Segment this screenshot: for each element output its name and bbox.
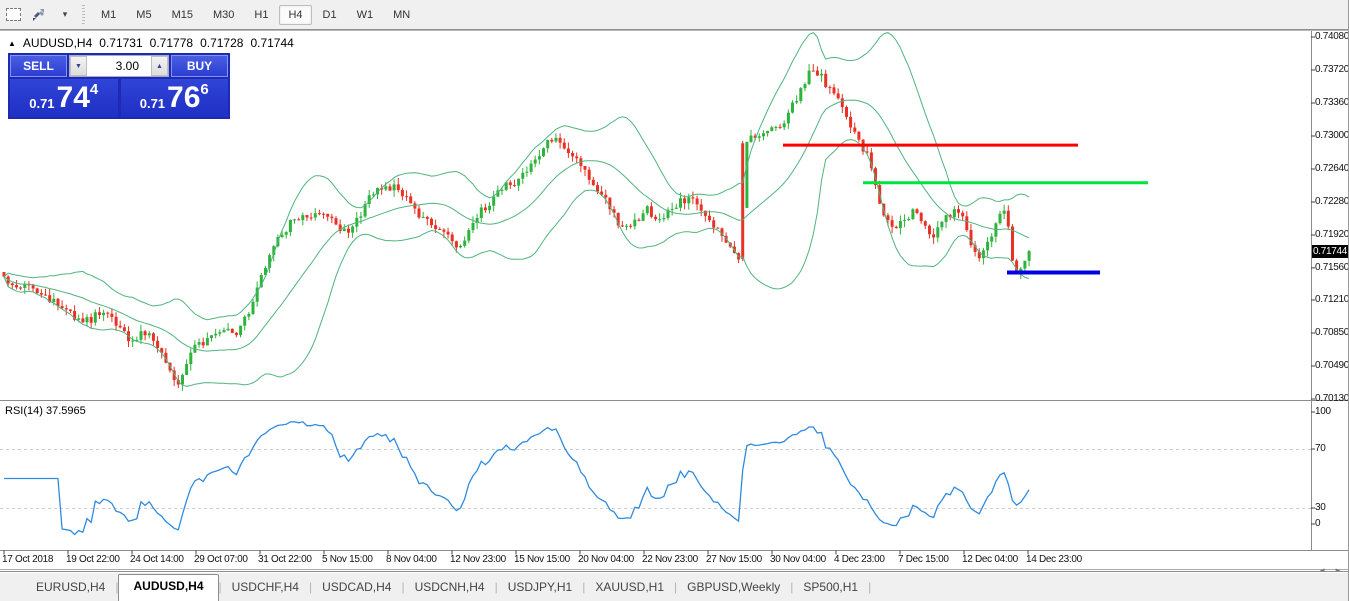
timeframe-button-d1[interactable]: D1 <box>314 5 346 25</box>
tab-audusd-h4[interactable]: AUDUSD,H4 <box>118 574 218 601</box>
price-axis-label: 0.70850 <box>1315 327 1349 338</box>
caret-glyph: ▾ <box>63 9 68 20</box>
sell-price-pip: 4 <box>90 81 98 98</box>
time-axis-label: 29 Oct 07:00 <box>194 554 248 565</box>
ohlc-high: 0.71778 <box>150 36 193 50</box>
timeframe-button-m30[interactable]: M30 <box>204 5 243 25</box>
ohlc-open: 0.71731 <box>99 36 142 50</box>
tab-eurusd-h4[interactable]: EURUSD,H4 <box>26 576 115 601</box>
timeframe-toolbar: ▾ M1M5M15M30H1H4D1W1MN <box>0 0 1349 30</box>
tab-usdjpy-h1[interactable]: USDJPY,H1 <box>498 576 582 601</box>
chart-title: ▲ AUDUSD,H4 0.71731 0.71778 0.71728 0.71… <box>8 36 294 50</box>
time-axis-label: 20 Nov 04:00 <box>578 554 634 565</box>
time-axis-label: 5 Nov 15:00 <box>322 554 373 565</box>
chart-symbol-label: AUDUSD,H4 <box>23 36 92 50</box>
rsi-axis-label: 0 <box>1315 518 1320 529</box>
price-axis-label: 0.71920 <box>1315 229 1349 240</box>
toolbar-grip[interactable] <box>82 5 85 25</box>
time-axis-label: 24 Oct 14:00 <box>130 554 184 565</box>
buy-price-prefix: 0.71 <box>140 96 165 111</box>
chart-tab-bar: EURUSD,H4|AUDUSD,H4|USDCHF,H4|USDCAD,H4|… <box>0 571 1349 601</box>
collapse-triangle-icon[interactable]: ▲ <box>8 39 16 48</box>
volume-decrease-button[interactable]: ▼ <box>70 56 87 76</box>
time-axis-label: 8 Nov 04:00 <box>386 554 437 565</box>
sell-price-main: 74 <box>57 83 90 113</box>
timeframe-button-h4[interactable]: H4 <box>279 5 311 25</box>
price-axis-label: 0.73360 <box>1315 97 1349 108</box>
chart-marquee-icon[interactable] <box>1 3 25 27</box>
time-axis-label: 30 Nov 04:00 <box>770 554 826 565</box>
timeframe-button-h1[interactable]: H1 <box>245 5 277 25</box>
volume-control: ▼ 3.00 ▲ <box>69 55 169 77</box>
time-axis-label: 7 Dec 15:00 <box>898 554 949 565</box>
time-axis-label: 17 Oct 2018 <box>2 554 53 565</box>
time-axis-label: 12 Nov 23:00 <box>450 554 506 565</box>
current-price-badge: 0.71744 <box>1312 245 1349 258</box>
rsi-indicator-label: RSI(14) 37.5965 <box>5 405 86 417</box>
buy-button[interactable]: BUY <box>171 55 228 77</box>
rsi-line-layer <box>4 422 1029 535</box>
timeframe-buttons: M1M5M15M30H1H4D1W1MN <box>91 5 420 25</box>
timeframe-button-m15[interactable]: M15 <box>163 5 202 25</box>
tab-usdcnh-h4[interactable]: USDCNH,H4 <box>405 576 495 601</box>
timeframe-button-m1[interactable]: M1 <box>92 5 125 25</box>
timeframe-button-mn[interactable]: MN <box>384 5 419 25</box>
one-click-trading-panel: SELL ▼ 3.00 ▲ BUY 0.71 74 4 0.71 76 6 <box>8 53 230 119</box>
tab-gbpusd-weekly[interactable]: GBPUSD,Weekly <box>677 576 790 601</box>
price-axis-label: 0.70490 <box>1315 360 1349 371</box>
price-axis-label: 0.70130 <box>1315 393 1349 404</box>
timeframe-button-w1[interactable]: W1 <box>348 5 383 25</box>
price-axis-label: 0.73000 <box>1315 130 1349 141</box>
time-axis-label: 12 Dec 04:00 <box>962 554 1018 565</box>
time-axis-label: 27 Nov 15:00 <box>706 554 762 565</box>
tab-sp500-h1[interactable]: SP500,H1 <box>793 576 868 601</box>
time-axis-label: 22 Nov 23:00 <box>642 554 698 565</box>
sell-price-prefix: 0.71 <box>29 96 54 111</box>
volume-input[interactable]: 3.00 <box>87 56 151 76</box>
rsi-axis-label: 30 <box>1315 502 1326 513</box>
time-axis-label: 19 Oct 22:00 <box>66 554 120 565</box>
time-axis-label: 14 Dec 23:00 <box>1026 554 1082 565</box>
buy-price-display[interactable]: 0.71 76 6 <box>121 79 229 117</box>
price-axis-label: 0.74080 <box>1315 31 1349 42</box>
mt4-terminal-window: ▾ M1M5M15M30H1H4D1W1MN ▲ AUDUSD,H4 0.717… <box>0 0 1349 601</box>
dropdown-caret-icon[interactable]: ▾ <box>53 3 77 27</box>
timeframe-button-m5[interactable]: M5 <box>127 5 160 25</box>
price-axis-label: 0.73720 <box>1315 64 1349 75</box>
price-axis-label: 0.71210 <box>1315 294 1349 305</box>
buy-price-main: 76 <box>167 83 200 113</box>
sell-price-display[interactable]: 0.71 74 4 <box>10 79 118 117</box>
tab-separator: | <box>868 580 871 601</box>
tab-xauusd-h1[interactable]: XAUUSD,H1 <box>585 576 674 601</box>
buy-price-pip: 6 <box>200 81 208 98</box>
volume-increase-button[interactable]: ▲ <box>151 56 168 76</box>
tab-usdchf-h4[interactable]: USDCHF,H4 <box>222 576 309 601</box>
tab-usdcad-h4[interactable]: USDCAD,H4 <box>312 576 401 601</box>
ohlc-close: 0.71744 <box>250 36 293 50</box>
price-axis-label: 0.71560 <box>1315 262 1349 273</box>
price-axis-label: 0.72640 <box>1315 163 1349 174</box>
price-axis-label: 0.72280 <box>1315 196 1349 207</box>
rsi-axis-label: 70 <box>1315 443 1326 454</box>
time-axis-label: 15 Nov 15:00 <box>514 554 570 565</box>
time-axis-label: 31 Oct 22:00 <box>258 554 312 565</box>
ohlc-low: 0.71728 <box>200 36 243 50</box>
sell-button[interactable]: SELL <box>10 55 67 77</box>
marquee-glyph <box>6 8 21 21</box>
arrange-windows-glyph <box>31 7 47 23</box>
time-axis-label: 4 Dec 23:00 <box>834 554 885 565</box>
rsi-axis-label: 100 <box>1315 406 1331 417</box>
arrange-windows-icon[interactable] <box>27 3 51 27</box>
